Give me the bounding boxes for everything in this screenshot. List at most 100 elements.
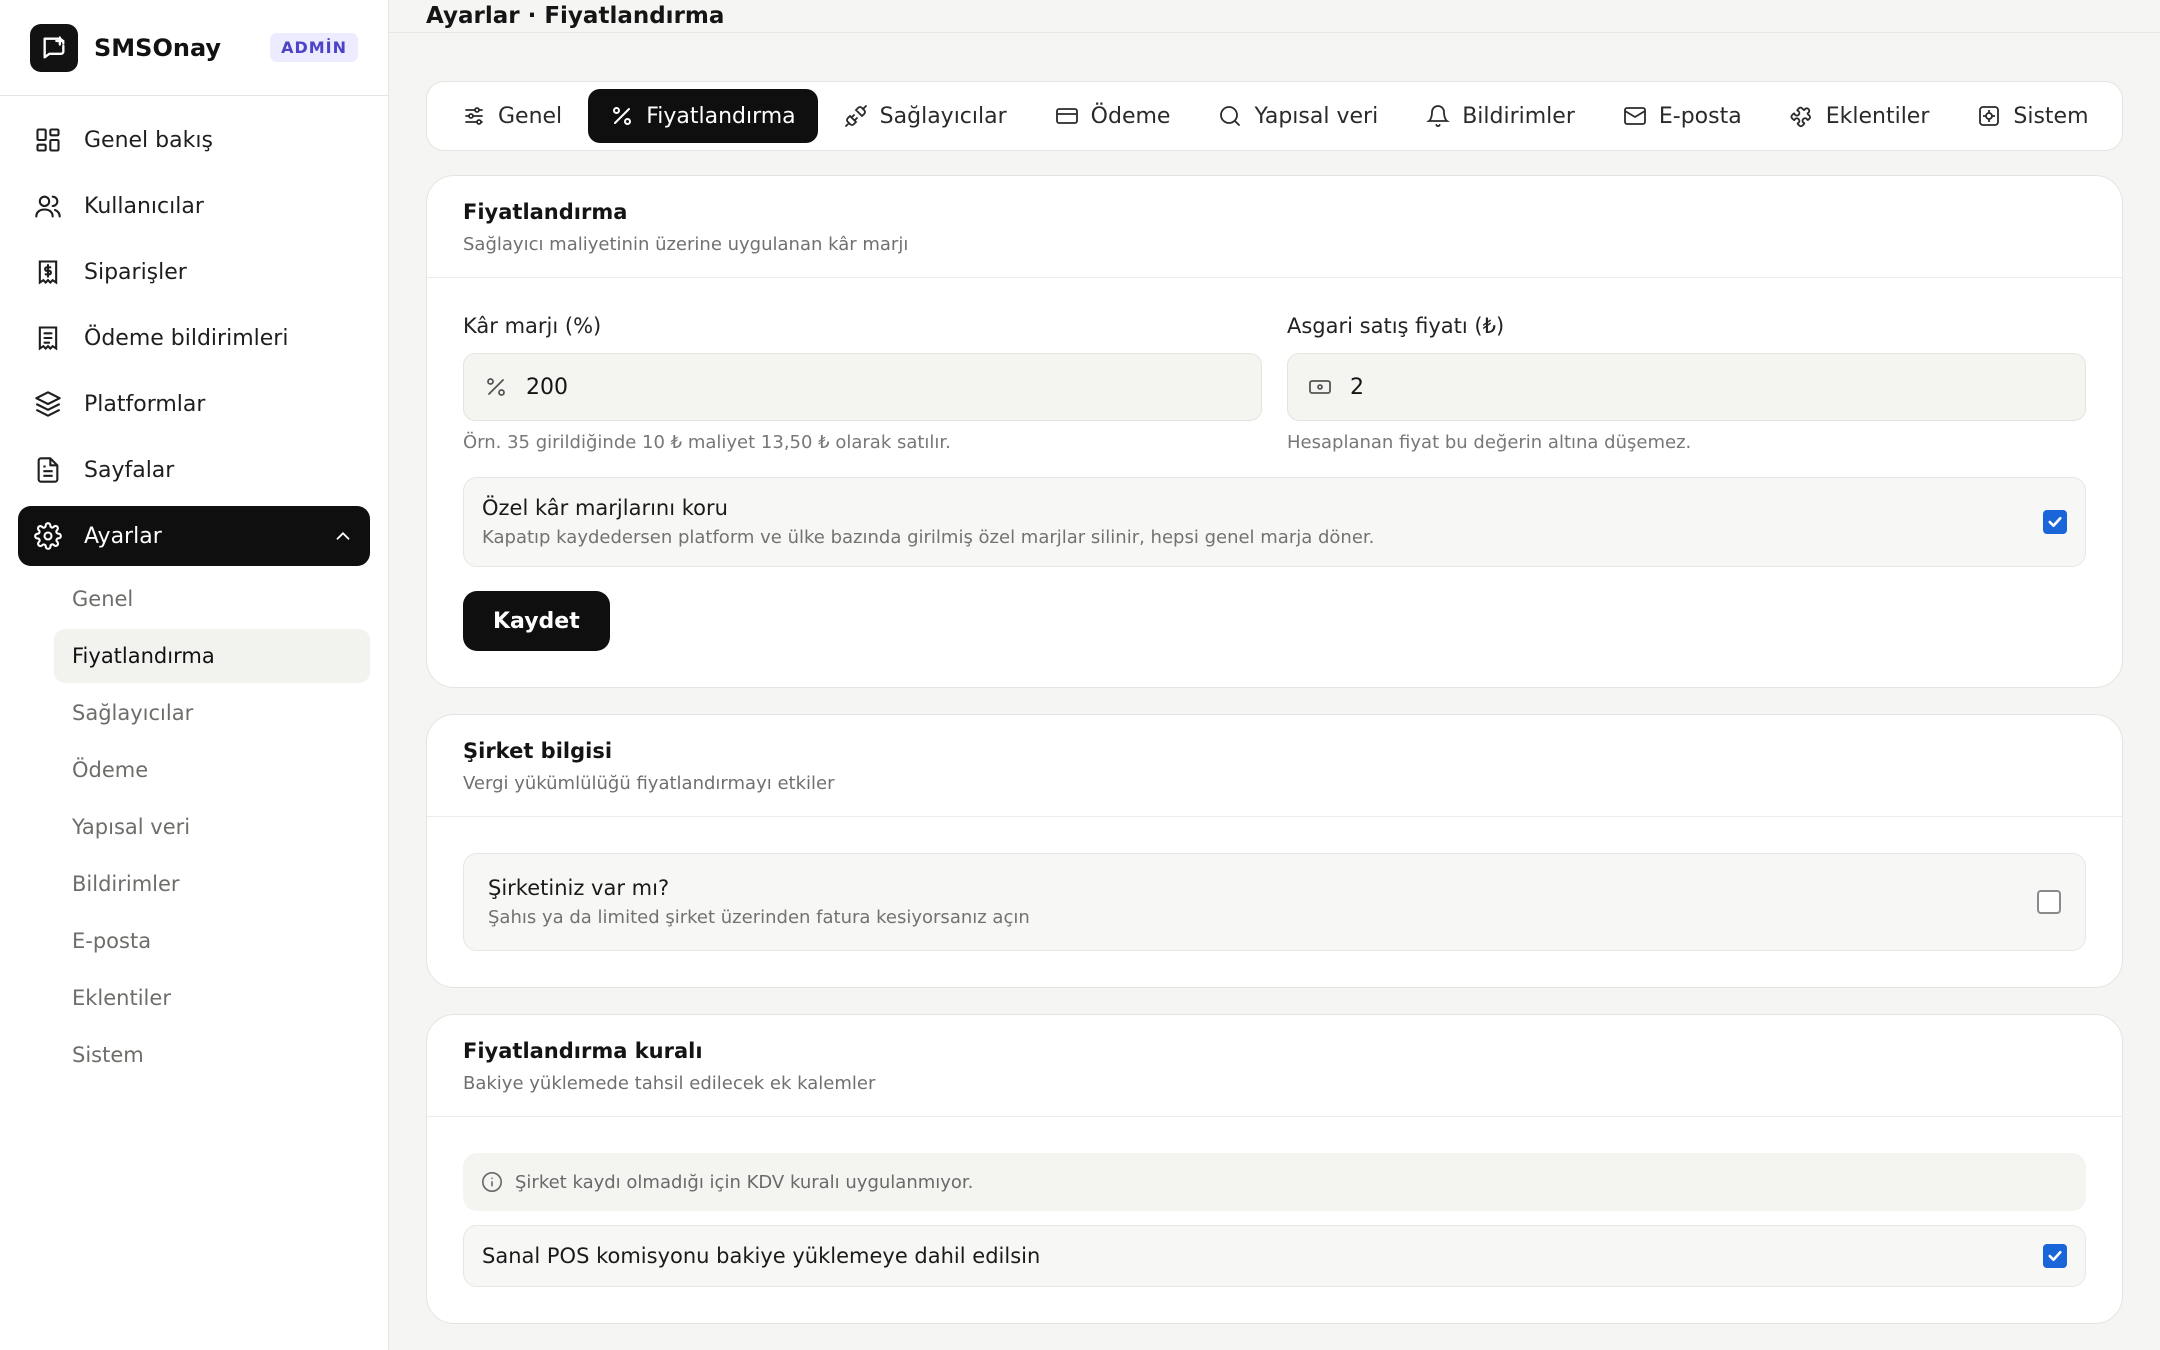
subnav-item-pricing[interactable]: Fiyatlandırma xyxy=(54,629,370,683)
has-company-option: Şirketiniz var mı? Şahıs ya da limited ş… xyxy=(463,853,2086,951)
sidebar-item-platforms[interactable]: Platformlar xyxy=(18,374,370,434)
subnav-item-system[interactable]: Sistem xyxy=(54,1028,370,1082)
plug-icon xyxy=(844,105,867,127)
card-subtitle: Bakiye yüklemede tahsil edilecek ek kale… xyxy=(463,1073,876,1094)
subnav-item-general[interactable]: Genel xyxy=(54,572,370,626)
card-header: Şirket bilgisi Vergi yükümlülüğü fiyatla… xyxy=(427,715,2122,817)
card-title: Fiyatlandırma kuralı xyxy=(463,1039,703,1063)
credit-card-icon xyxy=(1055,108,1078,124)
info-text: Şirket kaydı olmadığı için KDV kuralı uy… xyxy=(515,1171,974,1193)
sidebar-item-orders[interactable]: Siparişler xyxy=(18,242,370,302)
sliders-icon xyxy=(465,107,483,125)
sidebar-item-users[interactable]: Kullanıcılar xyxy=(18,176,370,236)
has-company-checkbox[interactable] xyxy=(2037,890,2061,914)
tab-label: Yapısal veri xyxy=(1254,103,1379,129)
tab-notifications[interactable]: Bildirimler xyxy=(1404,89,1597,143)
vat-info-notice: Şirket kaydı olmadığı için KDV kuralı uy… xyxy=(463,1153,2086,1211)
brand: SMSOnay ADMİN xyxy=(0,0,388,96)
file-text-icon xyxy=(37,457,59,483)
check-icon xyxy=(2048,1250,2062,1262)
tab-system[interactable]: Sistem xyxy=(1955,89,2110,143)
search-icon xyxy=(1220,106,1241,126)
card-header: Fiyatlandırma Sağlayıcı maliyetinin üzer… xyxy=(427,176,2122,278)
tab-label: Ödeme xyxy=(1090,103,1171,129)
layers-icon xyxy=(35,391,61,417)
sidebar-item-overview[interactable]: Genel bakış xyxy=(18,110,370,170)
field-label: Kâr marjı (%) xyxy=(463,314,602,338)
gear-icon xyxy=(34,522,62,550)
dashboard-icon xyxy=(36,128,60,152)
app-logo-icon[interactable] xyxy=(30,23,78,72)
tab-payment[interactable]: Ödeme xyxy=(1033,89,1193,143)
main-area: Ayarlar · Fiyatlandırma Genel Fiyatlandı… xyxy=(389,0,2160,1350)
admin-badge: ADMİN xyxy=(270,33,358,62)
puzzle-icon xyxy=(1790,106,1811,128)
pos-commission-checkbox[interactable] xyxy=(2043,1244,2067,1268)
sidebar-item-pages[interactable]: Sayfalar xyxy=(18,440,370,500)
sidebar-item-label: Sayfalar xyxy=(84,457,175,483)
tab-plugins[interactable]: Eklentiler xyxy=(1768,89,1952,143)
card-title: Şirket bilgisi xyxy=(463,739,613,763)
brand-name: SMSOnay xyxy=(94,33,222,62)
document-list-icon xyxy=(38,326,58,351)
pricing-fields: Kâr marjı (%) 200 Örn. 35 girildiğinde 1… xyxy=(463,314,2086,453)
tab-label: Sağlayıcılar xyxy=(879,103,1007,129)
subnav-item-structured-data[interactable]: Yapısal veri xyxy=(54,800,370,854)
page-title: Ayarlar · Fiyatlandırma xyxy=(389,0,2160,33)
tab-label: Bildirimler xyxy=(1462,103,1575,129)
sidebar-item-label: Siparişler xyxy=(84,259,187,285)
option-title: Şirketiniz var mı? xyxy=(488,876,670,900)
protect-margins-checkbox[interactable] xyxy=(2043,510,2067,534)
tab-email[interactable]: E-posta xyxy=(1601,89,1764,143)
card-body: Şirketiniz var mı? Şahıs ya da limited ş… xyxy=(427,817,2122,987)
banknote-icon xyxy=(1309,380,1331,394)
option-text: Sanal POS komisyonu bakiye yüklemeye dah… xyxy=(482,1244,2043,1268)
tab-label: Sistem xyxy=(2013,103,2089,129)
subnav-item-plugins[interactable]: Eklentiler xyxy=(54,971,370,1025)
system-settings-icon xyxy=(1979,106,2000,126)
sidebar-nav: Genel bakış Kullanıcılar Siparişler Ödem… xyxy=(0,96,388,1099)
sidebar-item-payment-notifications[interactable]: Ödeme bildirimleri xyxy=(18,308,370,368)
sidebar-item-settings[interactable]: Ayarlar xyxy=(18,506,370,566)
input-value: 2 xyxy=(1350,374,1364,400)
tab-general[interactable]: Genel xyxy=(440,89,584,143)
margin-input[interactable]: 200 xyxy=(463,353,1262,421)
tab-label: Fiyatlandırma xyxy=(646,103,796,129)
tab-pricing[interactable]: Fiyatlandırma xyxy=(588,89,818,143)
sidebar-item-label: Platformlar xyxy=(84,391,206,417)
tab-label: Eklentiler xyxy=(1825,103,1930,129)
bell-icon xyxy=(1426,105,1451,127)
pos-commission-option: Sanal POS komisyonu bakiye yüklemeye dah… xyxy=(463,1225,2086,1287)
pricing-rules-card: Fiyatlandırma kuralı Bakiye yüklemede ta… xyxy=(426,1014,2123,1324)
sidebar-item-label: Genel bakış xyxy=(84,127,213,153)
option-description: Şahıs ya da limited şirket üzerinden fat… xyxy=(488,907,1030,928)
receipt-icon xyxy=(38,260,58,285)
card-subtitle: Sağlayıcı maliyetinin üzerine uygulanan … xyxy=(463,234,909,255)
option-title: Sanal POS komisyonu bakiye yüklemeye dah… xyxy=(482,1244,1041,1268)
percent-icon xyxy=(487,378,505,396)
subnav-item-providers[interactable]: Sağlayıcılar xyxy=(54,686,370,740)
subnav-item-payment[interactable]: Ödeme xyxy=(54,743,370,797)
tab-providers[interactable]: Sağlayıcılar xyxy=(822,89,1029,143)
tab-structured-data[interactable]: Yapısal veri xyxy=(1196,89,1400,143)
option-text: Şirketiniz var mı? Şahıs ya da limited ş… xyxy=(488,876,2037,928)
percent-icon xyxy=(613,107,632,125)
min-price-input[interactable]: 2 xyxy=(1287,353,2086,421)
margin-field-group: Kâr marjı (%) 200 Örn. 35 girildiğinde 1… xyxy=(463,314,1262,453)
subnav-item-notifications[interactable]: Bildirimler xyxy=(54,857,370,911)
tab-label: E-posta xyxy=(1658,103,1742,129)
company-card: Şirket bilgisi Vergi yükümlülüğü fiyatla… xyxy=(426,714,2123,988)
card-header: Fiyatlandırma kuralı Bakiye yüklemede ta… xyxy=(427,1015,2122,1117)
card-title: Fiyatlandırma xyxy=(463,200,628,224)
input-value: 200 xyxy=(526,374,568,400)
settings-tabs: Genel Fiyatlandırma Sağlayıcılar Ödeme Y… xyxy=(426,81,2123,151)
check-icon xyxy=(2048,516,2062,528)
field-label: Asgari satış fiyatı (₺) xyxy=(1287,314,1505,338)
settings-subnav: Genel Fiyatlandırma Sağlayıcılar Ödeme Y… xyxy=(18,572,370,1082)
mail-icon xyxy=(1623,107,1646,125)
subnav-item-email[interactable]: E-posta xyxy=(54,914,370,968)
users-icon xyxy=(35,195,61,218)
chevron-up-icon[interactable] xyxy=(332,525,354,547)
sidebar-item-label: Kullanıcılar xyxy=(84,193,204,219)
save-button[interactable]: Kaydet xyxy=(463,591,610,651)
